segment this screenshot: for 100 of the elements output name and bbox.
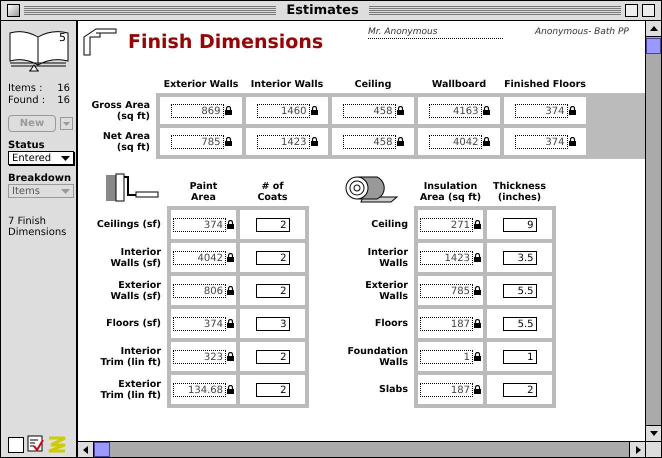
row-label: Interior Trim (lin ft) (99, 346, 162, 368)
number-field[interactable]: 5.5 (502, 316, 536, 330)
number-field[interactable]: 134.68 (173, 382, 226, 396)
row-label: Exterior Walls (364, 280, 409, 302)
row-label: Exterior Trim (lin ft) (99, 378, 162, 400)
blank-icon[interactable] (8, 437, 24, 453)
column-header: Insulation Area (sq ft) (418, 181, 482, 205)
number-field[interactable]: 5.5 (502, 284, 536, 298)
number-field[interactable]: 374 (514, 134, 568, 148)
number-field[interactable]: 323 (173, 350, 226, 364)
lock-icon (474, 286, 481, 295)
row-label: Interior Walls (sf) (110, 246, 162, 268)
close-box[interactable] (7, 4, 20, 17)
record-number: 5 (59, 31, 66, 44)
number-field[interactable]: 1423 (256, 134, 310, 148)
number-field[interactable]: 3 (256, 316, 290, 330)
zoom-box[interactable] (625, 4, 638, 17)
scroll-left-button[interactable] (78, 442, 94, 457)
owner-field[interactable]: Mr. Anonymous (368, 27, 503, 39)
stat-value: 16 (57, 95, 70, 107)
number-field[interactable]: 458 (342, 134, 396, 148)
window-title: Estimates (285, 3, 360, 18)
number-field[interactable]: 785 (420, 284, 473, 298)
lock-icon (474, 253, 481, 262)
number-field[interactable]: 187 (420, 382, 473, 396)
column-header: Exterior Walls (162, 79, 240, 92)
row-label: Slabs (378, 384, 409, 395)
lock-icon (227, 220, 234, 229)
number-field[interactable]: 374 (514, 104, 568, 118)
number-field[interactable]: 1 (420, 350, 473, 364)
number-field[interactable]: 4163 (428, 104, 482, 118)
scroll-up-button[interactable] (646, 21, 661, 37)
lock-icon (227, 352, 234, 361)
column-header: # of Coats (256, 181, 289, 205)
number-field[interactable]: 806 (173, 284, 226, 298)
row-label: Net Area (sq ft) (102, 130, 151, 152)
trim-board-icon (82, 27, 118, 57)
number-field[interactable]: 1 (502, 350, 536, 364)
scroll-thumb[interactable] (94, 442, 110, 457)
lock-icon (310, 137, 318, 146)
arrow-left-icon (80, 444, 90, 454)
lock-icon (568, 106, 576, 115)
lock-icon (224, 106, 232, 115)
column-header: Interior Walls (250, 79, 324, 92)
page-title: Finish Dimensions (128, 31, 324, 53)
row-label: Floors (374, 318, 409, 329)
number-field[interactable]: 2 (502, 382, 536, 396)
number-field[interactable]: 187 (420, 316, 473, 330)
number-field[interactable]: 2 (256, 250, 290, 264)
row-label: Ceilings (sf) (96, 219, 162, 230)
row-label: Foundation Walls (346, 346, 409, 368)
row-label: Interior Walls (366, 246, 409, 268)
number-field[interactable]: 1460 (256, 104, 310, 118)
lock-icon (482, 106, 490, 115)
column-header: Wallboard (430, 79, 488, 92)
number-field[interactable]: 1423 (420, 250, 473, 264)
lock-icon (224, 137, 232, 146)
caret-icon (61, 188, 70, 194)
lock-icon (310, 106, 318, 115)
lock-icon (396, 106, 404, 115)
number-field[interactable]: 374 (173, 316, 226, 330)
number-field[interactable]: 3.5 (502, 250, 536, 264)
lock-icon (568, 137, 576, 146)
row-label: Floors (sf) (105, 318, 162, 329)
number-field[interactable]: 4042 (173, 250, 226, 264)
lock-icon (474, 385, 481, 394)
stat-label: Found : (8, 95, 46, 107)
caret-icon (61, 156, 70, 160)
lock-icon (482, 137, 490, 146)
number-field[interactable]: 2 (256, 350, 290, 364)
number-field[interactable]: 2 (256, 284, 290, 298)
number-field[interactable]: 374 (173, 218, 226, 232)
scroll-thumb[interactable] (646, 38, 661, 54)
number-field[interactable]: 271 (420, 218, 473, 232)
lock-icon (227, 319, 234, 328)
column-header: Paint Area (188, 181, 218, 205)
row-label: Gross Area (sq ft) (90, 100, 151, 122)
lock-icon (227, 385, 234, 394)
checklist-icon[interactable] (27, 435, 45, 453)
collapse-box[interactable] (642, 4, 656, 17)
dropdown[interactable]: Entered (8, 151, 74, 165)
arrow-down-icon (648, 429, 658, 438)
row-label: Exterior Walls (sf) (110, 280, 162, 302)
number-field[interactable]: 2 (256, 382, 290, 396)
number-field[interactable]: 458 (342, 104, 396, 118)
lock-icon (474, 319, 481, 328)
number-field[interactable]: 4042 (428, 134, 482, 148)
field-label: Breakdown (8, 173, 72, 184)
number-field[interactable]: 9 (502, 218, 536, 232)
project-name: Anonymous- Bath PP (535, 27, 629, 37)
number-field[interactable]: 869 (170, 104, 224, 118)
field-label: Status (8, 140, 46, 151)
lock-icon (474, 352, 481, 361)
section-label: 7 Finish Dimensions (8, 216, 68, 238)
number-field[interactable]: 785 (170, 134, 224, 148)
scroll-down-button[interactable] (646, 425, 661, 441)
number-field[interactable]: 2 (256, 218, 290, 232)
stat-label: Items : (8, 83, 43, 95)
stat-value: 16 (57, 83, 70, 95)
scroll-right-button[interactable] (629, 442, 645, 457)
